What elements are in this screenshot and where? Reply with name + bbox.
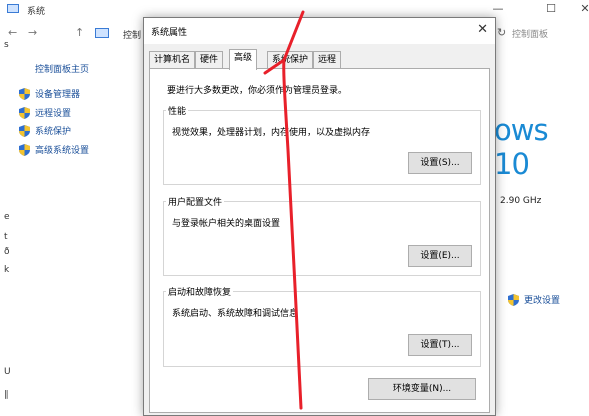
maximize-button[interactable]: ☐ <box>536 1 566 17</box>
control-panel-icon <box>95 28 109 38</box>
tab-hardware[interactable]: 硬件 <box>195 51 224 69</box>
system-protection-label: 系统保护 <box>35 127 72 137</box>
shield-icon <box>19 87 30 100</box>
startup-recovery-settings-button[interactable]: 设置(T)... <box>408 334 472 356</box>
user-profiles-description: 与登录帐户相关的桌面设置 <box>172 219 281 229</box>
tab-advanced[interactable]: 高级 <box>229 49 258 70</box>
dialog-close-button[interactable]: ✕ <box>477 22 488 37</box>
dialog-title: 系统属性 <box>151 28 188 38</box>
system-protection-link[interactable]: 系统保护 <box>19 124 71 137</box>
user-profiles-group-label: 用户配置文件 <box>166 195 225 208</box>
shield-icon <box>508 293 519 306</box>
forward-arrow-icon[interactable]: → <box>28 26 37 39</box>
up-arrow-icon[interactable]: ↑ <box>75 26 84 39</box>
environment-variables-button[interactable]: 环境变量(N)... <box>368 378 476 400</box>
tab-remote[interactable]: 远程 <box>313 51 342 69</box>
user-profiles-group: 用户配置文件 与登录帐户相关的桌面设置 设置(E)... <box>163 195 481 276</box>
performance-settings-button[interactable]: 设置(S)... <box>408 152 472 174</box>
remote-settings-label: 远程设置 <box>35 109 72 119</box>
performance-group-label: 性能 <box>166 104 189 117</box>
close-window-button[interactable]: ✕ <box>570 1 589 17</box>
device-manager-link[interactable]: 设备管理器 <box>19 87 80 100</box>
system-window-icon <box>7 4 19 13</box>
edge-text-fragment: ∥ <box>4 390 9 400</box>
user-profiles-settings-button[interactable]: 设置(E)... <box>408 245 472 267</box>
shield-icon <box>19 143 30 156</box>
left-nav-panel: 控制面板主页 设备管理器 远程设置 系统保护 高级系统设置 s e t ð k … <box>0 40 146 416</box>
edge-text-fragment: U <box>4 367 11 377</box>
edge-text-fragment: e <box>4 212 10 222</box>
edge-text-fragment: k <box>4 265 10 275</box>
windows-brand-text: ows 10 <box>494 113 549 181</box>
startup-recovery-group-label: 启动和故障恢复 <box>166 285 234 298</box>
advanced-system-settings-label: 高级系统设置 <box>35 146 90 156</box>
tab-system-protection[interactable]: 系统保护 <box>267 51 314 69</box>
performance-description: 视觉效果，处理器计划，内存使用，以及虚拟内存 <box>172 128 371 138</box>
background-window-titlebar: 系统 — ☐ ✕ <box>0 0 589 18</box>
edge-text-fragment: t <box>4 232 8 242</box>
back-arrow-icon[interactable]: ← <box>8 26 17 39</box>
shield-icon <box>19 124 30 137</box>
cpu-speed-text: 2.90 GHz <box>500 196 542 206</box>
remote-settings-link[interactable]: 远程设置 <box>19 106 71 119</box>
edge-text-fragment: ð <box>4 247 10 257</box>
dialog-titlebar[interactable]: 系统属性 ✕ <box>144 18 495 44</box>
address-path[interactable]: 控制 <box>123 28 141 41</box>
system-properties-dialog: 系统属性 ✕ 计算机名 硬件 高级 系统保护 远程 要进行大多数更改，你必须作为… <box>143 17 496 416</box>
advanced-system-settings-link[interactable]: 高级系统设置 <box>19 143 89 156</box>
shield-icon <box>19 106 30 119</box>
startup-recovery-group: 启动和故障恢复 系统启动、系统故障和调试信息 设置(T)... <box>163 285 481 367</box>
control-panel-home-link[interactable]: 控制面板主页 <box>35 62 89 75</box>
background-window-title: 系统 <box>27 7 46 17</box>
device-manager-label: 设备管理器 <box>35 90 81 100</box>
change-settings-label: 更改设置 <box>524 296 561 306</box>
tab-computer-name[interactable]: 计算机名 <box>149 51 196 69</box>
edge-text-fragment: s <box>4 40 9 50</box>
admin-note: 要进行大多数更改，你必须作为管理员登录。 <box>167 86 348 96</box>
search-input[interactable]: 控制面板 <box>510 27 589 41</box>
advanced-tab-panel: 要进行大多数更改，你必须作为管理员登录。 性能 视觉效果，处理器计划，内存使用，… <box>149 68 490 413</box>
refresh-icon[interactable]: ↻ <box>497 26 506 39</box>
change-settings-link[interactable]: 更改设置 <box>508 293 560 306</box>
minimize-button[interactable]: — <box>483 1 513 17</box>
startup-recovery-description: 系统启动、系统故障和调试信息 <box>172 309 299 319</box>
performance-group: 性能 视觉效果，处理器计划，内存使用，以及虚拟内存 设置(S)... <box>163 104 481 185</box>
